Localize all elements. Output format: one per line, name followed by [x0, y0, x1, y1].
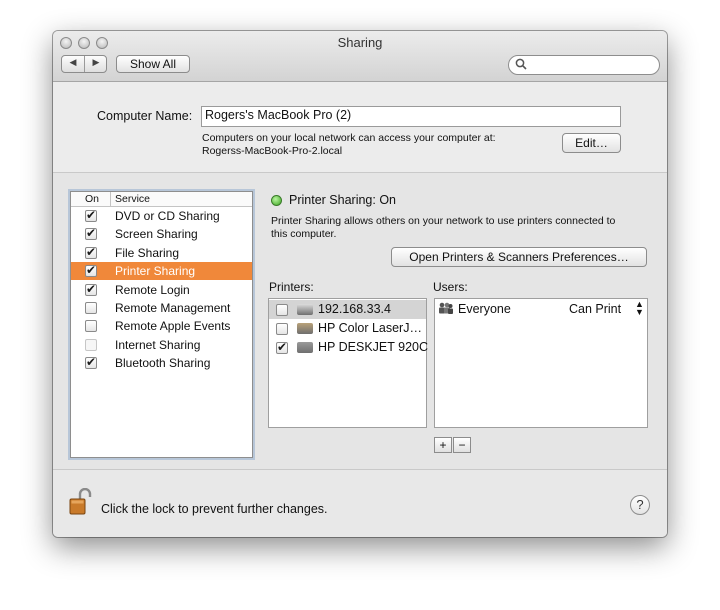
printers-label: Printers: — [269, 280, 314, 294]
service-label: Remote Management — [115, 301, 231, 315]
service-label: File Sharing — [115, 245, 180, 260]
updown-arrows-icon[interactable]: ▲ ▼ — [635, 300, 644, 317]
printers-list: 192.168.33.4 HP Color LaserJ… HP DESKJET 9… — [268, 298, 429, 428]
service-checkbox[interactable] — [85, 355, 97, 370]
printer-name: HP Color LaserJ… — [318, 321, 422, 335]
open-printers-prefs-button[interactable]: Open Printers & Scanners Preferences… — [391, 247, 647, 267]
service-status: Printer Sharing: On — [289, 193, 396, 207]
network-address-value: Rogerss-MacBook-Pro-2.local — [202, 145, 343, 157]
network-printer-icon — [297, 304, 313, 315]
service-row[interactable]: Remote Management — [71, 299, 252, 317]
computer-name-section: Computer Name: Rogers's MacBook Pro (2) … — [53, 82, 667, 173]
printer-checkbox[interactable] — [276, 340, 288, 354]
service-checkbox[interactable] — [85, 320, 97, 333]
service-label: DVD or CD Sharing — [115, 209, 220, 223]
service-checkbox[interactable] — [85, 282, 97, 296]
unlocked-padlock-icon[interactable] — [69, 487, 93, 516]
service-label: Internet Sharing — [115, 337, 201, 352]
service-checkbox[interactable] — [85, 226, 97, 241]
service-row[interactable]: Bluetooth Sharing — [71, 354, 252, 372]
user-name: Everyone — [458, 302, 511, 316]
printer-row[interactable]: HP Color LaserJ… — [269, 319, 426, 338]
printer-row[interactable]: HP DESKJET 920C — [269, 338, 429, 357]
network-address-info: Computers on your local network can acce… — [202, 132, 496, 144]
edit-button[interactable]: Edit… — [562, 133, 621, 153]
service-list: On Service DVD or CD Sharing Screen Shari… — [70, 191, 253, 458]
permission-select[interactable]: Can Print — [569, 302, 621, 316]
service-row[interactable]: DVD or CD Sharing — [71, 207, 252, 225]
laser-printer-icon — [297, 323, 313, 334]
service-checkbox[interactable] — [85, 245, 97, 259]
show-all-button[interactable]: Show All — [116, 55, 190, 73]
service-row[interactable]: Remote Login — [71, 281, 252, 299]
add-user-button[interactable]: + — [434, 437, 452, 453]
help-button[interactable]: ? — [630, 495, 650, 515]
printer-checkbox[interactable] — [276, 323, 288, 335]
sharing-window: Sharing ◀ ▶ Show All Computer Name: Roge… — [53, 31, 667, 537]
printer-checkbox[interactable] — [276, 304, 288, 316]
title-bar: Sharing ◀ ▶ Show All — [53, 31, 667, 82]
group-icon — [438, 302, 454, 318]
service-row[interactable]: Screen Sharing — [71, 225, 252, 243]
service-checkbox[interactable] — [85, 338, 97, 351]
service-label: Screen Sharing — [115, 227, 198, 242]
service-checkbox[interactable] — [85, 302, 97, 314]
service-description-line2: this computer. — [271, 228, 337, 240]
service-checkbox[interactable] — [85, 263, 97, 278]
service-label: Remote Apple Events — [115, 319, 231, 334]
forward-button[interactable]: ▶ — [85, 57, 107, 68]
service-row[interactable]: Printer Sharing — [71, 262, 252, 281]
service-label: Bluetooth Sharing — [115, 356, 211, 371]
remove-user-button[interactable]: − — [453, 437, 471, 453]
users-label: Users: — [433, 280, 468, 294]
printer-name: HP DESKJET 920C — [318, 340, 429, 354]
back-button[interactable]: ◀ — [62, 57, 84, 68]
user-row-everyone[interactable]: Everyone Can Print ▲ ▼ — [435, 299, 647, 318]
service-column-header[interactable]: Service — [115, 193, 150, 205]
on-column-header[interactable]: On — [85, 193, 99, 205]
service-row[interactable]: Remote Apple Events — [71, 317, 252, 335]
printer-name: 192.168.33.4 — [318, 302, 391, 316]
service-label: Remote Login — [115, 282, 190, 297]
computer-name-label: Computer Name: — [97, 109, 193, 123]
status-indicator-icon — [271, 195, 282, 206]
computer-name-field[interactable]: Rogers's MacBook Pro (2) — [201, 106, 621, 127]
service-checkbox[interactable] — [85, 208, 97, 222]
service-row[interactable]: Internet Sharing — [71, 336, 252, 354]
printer-row[interactable]: 192.168.33.4 — [269, 300, 426, 319]
search-icon — [515, 58, 527, 73]
header-divider — [110, 192, 111, 206]
lock-message: Click the lock to prevent further change… — [101, 502, 328, 516]
search-input[interactable] — [508, 55, 660, 75]
window-title: Sharing — [337, 35, 383, 50]
users-list: Everyone Can Print ▲ ▼ — [434, 298, 648, 428]
inkjet-printer-icon — [297, 342, 313, 353]
service-list-header: On Service — [71, 192, 252, 207]
service-description-line1: Printer Sharing allows others on your ne… — [271, 215, 616, 227]
back-forward-control: ◀ ▶ — [61, 55, 107, 73]
footer: Click the lock to prevent further change… — [53, 470, 667, 537]
service-label: Printer Sharing — [115, 264, 196, 279]
service-row[interactable]: File Sharing — [71, 244, 252, 262]
main-section: On Service DVD or CD Sharing Screen Shari… — [53, 173, 667, 470]
